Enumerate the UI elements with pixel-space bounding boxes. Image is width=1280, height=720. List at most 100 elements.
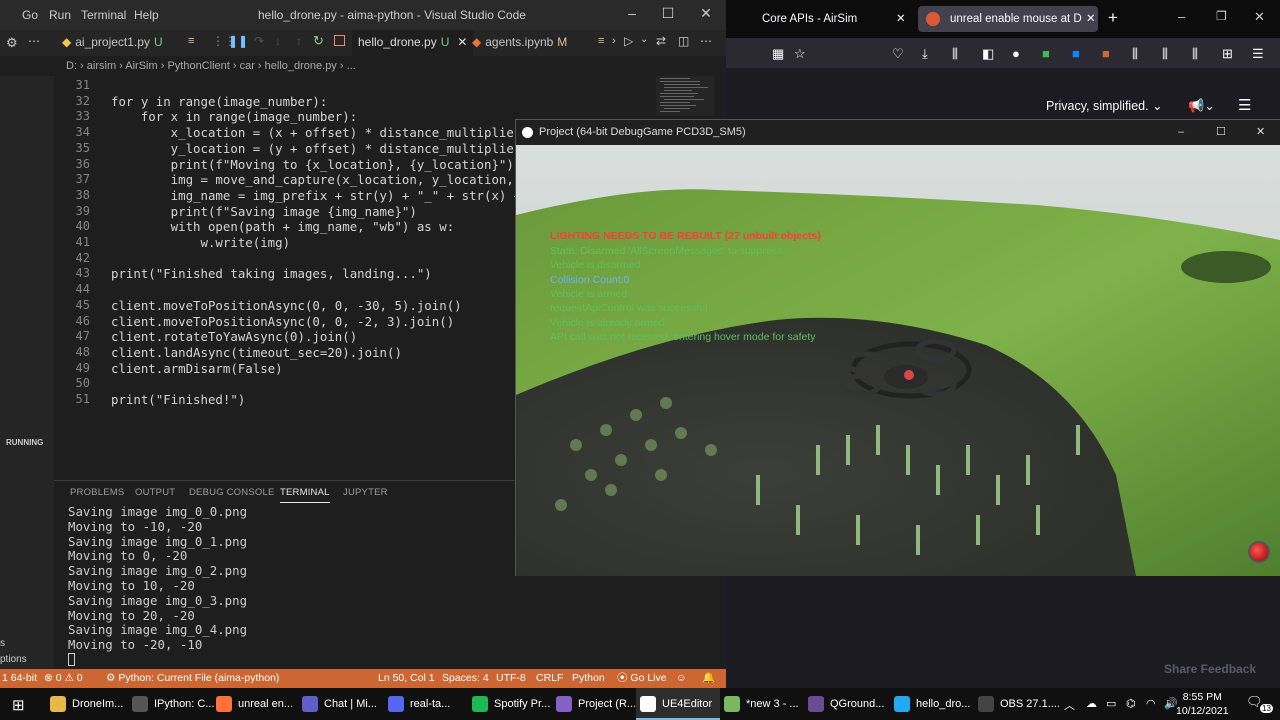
menu-help[interactable]: Help bbox=[134, 8, 159, 22]
minimap[interactable] bbox=[656, 76, 714, 116]
tab-core-apis[interactable]: Core APIs - AirSim ✕ bbox=[730, 6, 910, 32]
code-line[interactable]: img = move_and_capture(x_location, y_loc… bbox=[111, 172, 537, 187]
sidebar-icon[interactable]: ◧ bbox=[982, 46, 994, 62]
clock[interactable]: 8:55 PM 10/12/2021 bbox=[1176, 688, 1229, 718]
status-interpreter[interactable]: 1 64-bit bbox=[2, 669, 37, 688]
extension-icon[interactable]: ■ bbox=[1042, 46, 1050, 61]
code-line[interactable]: y_location = (y + offset) * distance_mul… bbox=[111, 141, 522, 156]
code-line[interactable]: client.landAsync(timeout_sec=20).join() bbox=[111, 345, 402, 360]
tab-problems[interactable]: PROBLEMS bbox=[70, 487, 124, 498]
terminal-output[interactable]: Saving image img_0_0.png Moving to -10, … bbox=[68, 504, 247, 653]
close-icon[interactable]: ✕ bbox=[1254, 9, 1265, 25]
taskbar-app[interactable]: IPython: C... bbox=[128, 688, 215, 720]
maximize-icon[interactable]: ☐ bbox=[1216, 120, 1226, 145]
minimize-icon[interactable]: – bbox=[622, 5, 642, 21]
tab-debug-console[interactable]: DEBUG CONSOLE bbox=[189, 487, 274, 498]
code-line[interactable]: client.rotateToYawAsync(0).join() bbox=[111, 329, 357, 344]
status-problems[interactable]: ⊗ 0 ⚠ 0 bbox=[44, 669, 83, 688]
menu-terminal[interactable]: Terminal bbox=[81, 8, 126, 22]
privacy-dropdown[interactable]: Privacy, simplified. ⌄ bbox=[1046, 98, 1163, 113]
grammarly-icon[interactable]: ● bbox=[1012, 46, 1020, 61]
compare-icon[interactable]: ⇄ bbox=[656, 34, 666, 48]
minimize-icon[interactable]: – bbox=[1178, 9, 1185, 24]
taskbar-app[interactable]: hello_dro... bbox=[890, 688, 974, 720]
gear-icon[interactable]: ⚙ bbox=[6, 35, 18, 51]
ethernet-icon[interactable]: ⌬ bbox=[1126, 697, 1136, 710]
record-button[interactable] bbox=[1248, 541, 1270, 563]
sidebar-options-label[interactable]: ptions bbox=[0, 654, 27, 665]
close-tab-icon[interactable]: ✕ bbox=[1082, 6, 1098, 32]
taskbar-app[interactable]: OBS 27.1.... bbox=[974, 688, 1060, 720]
tab-output[interactable]: OUTPUT bbox=[135, 487, 175, 498]
taskbar-app[interactable]: real-ta... bbox=[384, 688, 468, 720]
split-editor-icon[interactable]: ◫ bbox=[678, 34, 689, 48]
chevron-up-icon[interactable]: ︿ bbox=[1064, 697, 1075, 713]
taskbar-app[interactable]: unreal en... bbox=[212, 688, 296, 720]
taskbar-app[interactable]: UE4Editor bbox=[636, 688, 720, 720]
taskbar-app[interactable]: Chat | Mi... bbox=[298, 688, 382, 720]
pause-icon[interactable]: ❚❚ bbox=[228, 34, 248, 48]
minimize-icon[interactable]: – bbox=[1178, 120, 1184, 145]
restore-icon[interactable]: ❐ bbox=[1216, 9, 1227, 23]
share-feedback-button[interactable]: Share Feedback bbox=[1164, 662, 1256, 676]
list-icon[interactable]: ≡ bbox=[598, 35, 604, 47]
code-line[interactable]: client.moveToPositionAsync(0, 0, -2, 3).… bbox=[111, 314, 454, 329]
close-icon[interactable]: ✕ bbox=[696, 5, 716, 22]
wifi-icon[interactable]: ◠ bbox=[1146, 697, 1156, 710]
taskbar-app[interactable]: Spotify Pr... bbox=[468, 688, 552, 720]
menu-go[interactable]: Go bbox=[22, 8, 38, 22]
library-icon[interactable]: ⫼ bbox=[952, 46, 958, 62]
pocket-icon[interactable]: ♡ bbox=[892, 46, 904, 62]
windows-start-icon[interactable]: ⊞ bbox=[12, 696, 25, 714]
new-tab-icon[interactable]: + bbox=[1108, 8, 1118, 28]
tab-jupyter[interactable]: JUPYTER bbox=[343, 487, 388, 498]
star-icon[interactable]: ☆ bbox=[794, 46, 806, 62]
close-icon[interactable]: ✕ bbox=[1256, 120, 1265, 145]
status-language[interactable]: Python bbox=[572, 669, 605, 688]
code-line[interactable]: client.armDisarm(False) bbox=[111, 361, 283, 376]
chevron-icon[interactable]: › bbox=[612, 35, 616, 47]
taskbar-app[interactable]: Project (R... bbox=[552, 688, 636, 720]
bell-icon[interactable]: 🔔 bbox=[702, 669, 715, 688]
tab-hello-drone[interactable]: hello_drone.py U ✕ bbox=[352, 30, 474, 56]
tab-terminal[interactable]: TERMINAL bbox=[280, 487, 330, 503]
network-icon[interactable]: ▭ bbox=[1106, 697, 1116, 710]
extension-icon[interactable]: ■ bbox=[1102, 46, 1110, 61]
grid-icon[interactable]: ▦ bbox=[772, 46, 784, 62]
code-line[interactable]: for x in range(image_number): bbox=[111, 109, 357, 124]
status-encoding[interactable]: UTF-8 bbox=[496, 669, 526, 688]
status-eol[interactable]: CRLF bbox=[536, 669, 563, 688]
code-line[interactable]: x_location = (x + offset) * distance_mul… bbox=[111, 125, 522, 140]
extension-icon[interactable]: ⫼ bbox=[1132, 46, 1138, 62]
extension-icon[interactable]: ⫼ bbox=[1192, 46, 1198, 62]
more-actions-icon[interactable]: ⋯ bbox=[700, 34, 712, 48]
code-line[interactable]: print("Finished!") bbox=[111, 392, 245, 407]
code-line[interactable]: client.moveToPositionAsync(0, 0, -30, 5)… bbox=[111, 298, 462, 313]
status-launch[interactable]: ⚙ Python: Current File (aima-python) bbox=[106, 669, 279, 688]
breadcrumb[interactable]: D: › airsim › AirSim › PythonClient › ca… bbox=[0, 56, 726, 76]
code-line[interactable]: for y in range(image_number): bbox=[111, 94, 327, 109]
onedrive-icon[interactable]: ☁ bbox=[1086, 697, 1097, 710]
taskbar-app[interactable]: DroneIm... bbox=[46, 688, 130, 720]
code-line[interactable]: with open(path + img_name, "wb") as w: bbox=[111, 219, 454, 234]
taskbar-app[interactable]: QGround... bbox=[804, 688, 888, 720]
list-icon[interactable]: ≡ bbox=[188, 35, 194, 47]
status-position[interactable]: Ln 50, Col 1 bbox=[378, 669, 435, 688]
chevron-down-icon[interactable]: ⌄ bbox=[640, 34, 648, 45]
tab-ai-project1[interactable]: ◆ ai_project1.py U bbox=[56, 30, 169, 56]
stop-icon[interactable] bbox=[334, 35, 345, 46]
code-line[interactable]: img_name = img_prefix + str(y) + "_" + s… bbox=[111, 188, 529, 203]
code-line[interactable]: print("Finished taking images, landing..… bbox=[111, 266, 432, 281]
code-line[interactable]: print(f"Moving to {x_location}, {y_locat… bbox=[111, 157, 514, 172]
megaphone-icon[interactable]: 📢⌄ bbox=[1188, 98, 1215, 114]
taskbar-app[interactable]: *new 3 - ... bbox=[720, 688, 804, 720]
game-viewport[interactable]: LIGHTING NEEDS TO BE REBUILT (27 unbuilt… bbox=[516, 145, 1280, 576]
download-icon[interactable]: ⤓ bbox=[922, 46, 928, 62]
run-icon[interactable]: ▷ bbox=[624, 34, 633, 48]
status-golive[interactable]: ⦿ Go Live bbox=[617, 669, 667, 688]
menu-run[interactable]: Run bbox=[49, 8, 71, 22]
menu-icon[interactable]: ☰ bbox=[1252, 46, 1264, 62]
extension-icon[interactable]: ⊞ bbox=[1222, 46, 1233, 62]
close-tab-icon[interactable]: ✕ bbox=[896, 6, 906, 32]
maximize-icon[interactable]: ☐ bbox=[658, 5, 678, 22]
